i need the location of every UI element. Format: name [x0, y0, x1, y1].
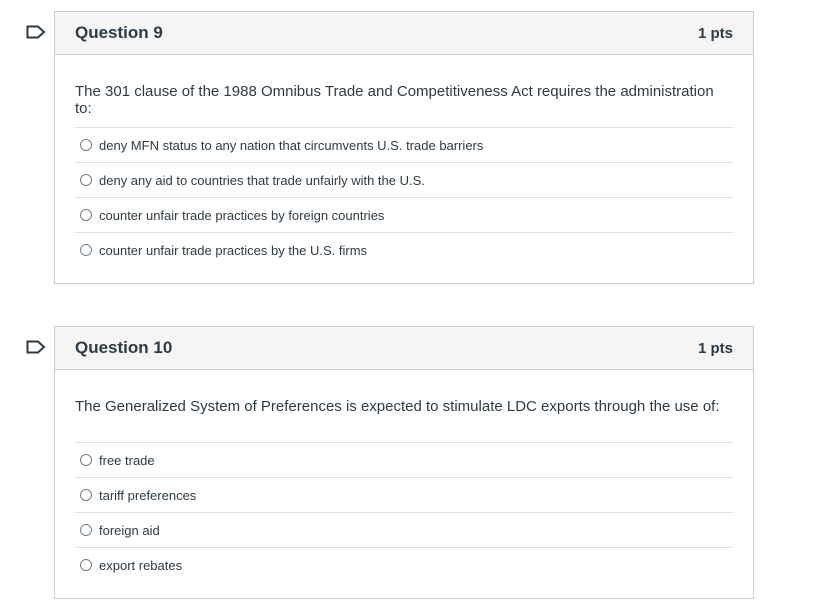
question-9-card: Question 9 1 pts The 301 clause of the 1…	[54, 11, 754, 284]
answer-list: deny MFN status to any nation that circu…	[55, 127, 753, 283]
answer-option[interactable]: export rebates	[75, 547, 733, 582]
question-text: The Generalized System of Preferences is…	[75, 398, 720, 415]
question-header: Question 9 1 pts	[55, 12, 753, 55]
question-points: 1 pts	[697, 339, 733, 357]
radio-button-icon[interactable]	[80, 454, 92, 466]
answer-label: foreign aid	[99, 522, 160, 538]
question-title: Question 10	[75, 338, 173, 357]
answer-list: free trade tariff preferences foreign ai…	[55, 442, 753, 598]
answer-label: counter unfair trade practices by foreig…	[99, 207, 385, 223]
flag-question-10-icon[interactable]	[26, 340, 46, 354]
flag-question-9-icon[interactable]	[26, 25, 46, 39]
answer-option[interactable]: free trade	[75, 442, 733, 477]
answer-option[interactable]: foreign aid	[75, 512, 733, 547]
radio-button-icon[interactable]	[80, 174, 92, 186]
radio-button-icon[interactable]	[80, 209, 92, 221]
question-title: Question 9	[75, 23, 163, 42]
answer-option[interactable]: deny MFN status to any nation that circu…	[75, 127, 733, 162]
radio-button-icon[interactable]	[80, 489, 92, 501]
answer-option[interactable]: counter unfair trade practices by the U.…	[75, 232, 733, 267]
question-header: Question 10 1 pts	[55, 327, 753, 370]
question-points: 1 pts	[697, 24, 733, 42]
answer-label: deny MFN status to any nation that circu…	[99, 137, 484, 153]
answer-label: free trade	[99, 452, 155, 468]
answer-option[interactable]: tariff preferences	[75, 477, 733, 512]
answer-label: counter unfair trade practices by the U.…	[99, 242, 368, 258]
radio-button-icon[interactable]	[80, 244, 92, 256]
question-text: The 301 clause of the 1988 Omnibus Trade…	[75, 83, 714, 117]
radio-button-icon[interactable]	[80, 524, 92, 536]
answer-label: deny any aid to countries that trade unf…	[99, 172, 425, 188]
answer-option[interactable]: counter unfair trade practices by foreig…	[75, 197, 733, 232]
radio-button-icon[interactable]	[80, 559, 92, 571]
radio-button-icon[interactable]	[80, 139, 92, 151]
answer-label: export rebates	[99, 557, 183, 573]
answer-option[interactable]: deny any aid to countries that trade unf…	[75, 162, 733, 197]
question-10-card: Question 10 1 pts The Generalized System…	[54, 326, 754, 599]
answer-label: tariff preferences	[99, 487, 197, 503]
